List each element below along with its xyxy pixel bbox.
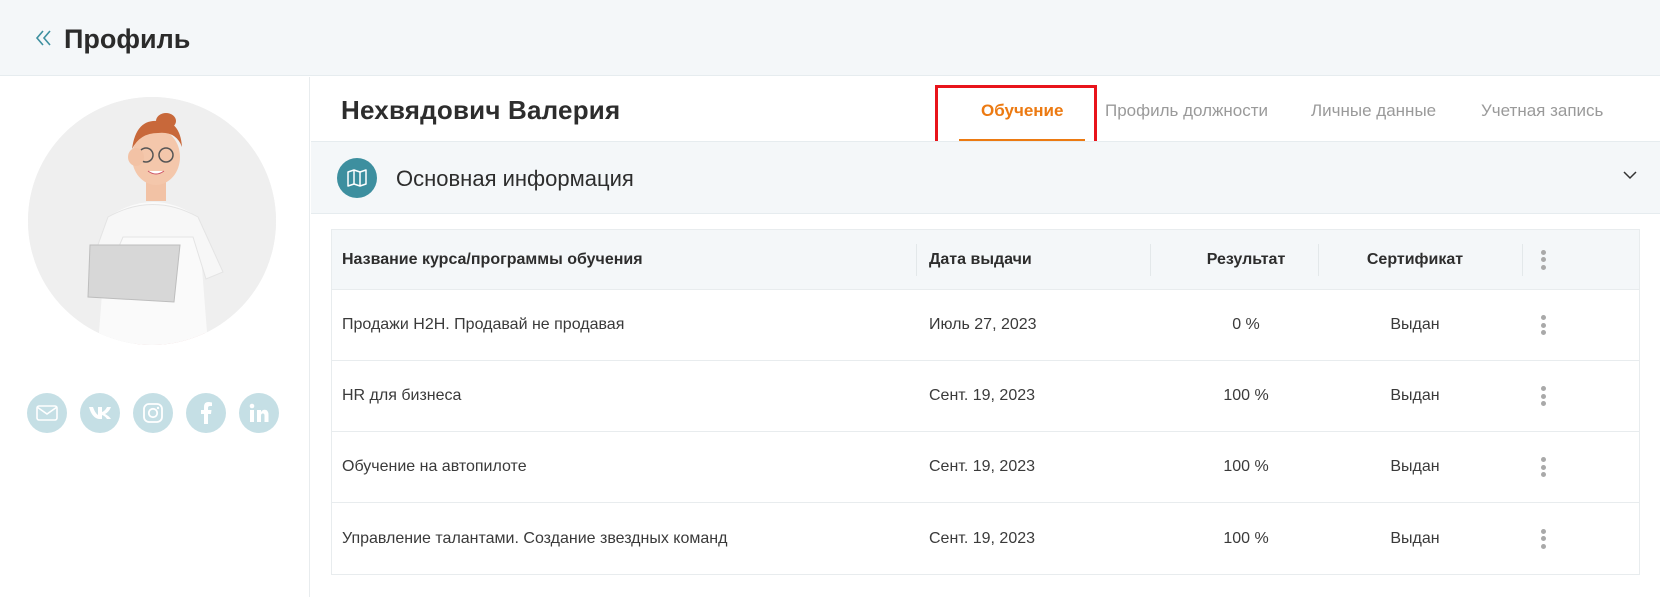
course-name: Управление талантами. Создание звездных … (342, 529, 728, 547)
column-header-certificate[interactable]: Сертификат (1315, 251, 1515, 269)
column-divider (1522, 244, 1523, 276)
more-vertical-icon[interactable] (1532, 526, 1554, 552)
more-vertical-icon[interactable] (1532, 454, 1554, 480)
issue-date: Сент. 19, 2023 (929, 529, 1036, 547)
vk-icon[interactable] (80, 393, 120, 433)
more-vertical-icon[interactable] (1532, 312, 1554, 338)
certificate-status: Выдан (1390, 458, 1440, 475)
course-name: Обучение на автопилоте (342, 458, 527, 475)
instagram-icon[interactable] (133, 393, 173, 433)
chevron-down-icon[interactable] (1621, 166, 1639, 184)
course-name: Продажи H2H. Продавай не продавая (342, 316, 625, 333)
user-name: Нехвядович Валерия (341, 95, 621, 125)
column-header-date[interactable]: Дата выдачи (929, 251, 1032, 269)
tab-account[interactable]: Учетная запись (1481, 101, 1603, 121)
certificate-status: Выдан (1390, 387, 1440, 404)
main-content: Нехвядович Валерия Обучение Профиль долж… (311, 77, 1660, 597)
profile-sidebar (0, 77, 310, 597)
table-row[interactable]: Управление талантами. Создание звездных … (332, 503, 1639, 574)
social-links (27, 393, 279, 433)
table-row[interactable]: Продажи H2H. Продавай не продавая Июль 2… (332, 290, 1639, 361)
double-chevron-left-icon[interactable] (34, 28, 56, 48)
tab-personal-data[interactable]: Личные данные (1311, 101, 1436, 121)
tab-job-profile[interactable]: Профиль должности (1105, 101, 1268, 121)
column-divider (916, 244, 917, 276)
tab-bar: Нехвядович Валерия Обучение Профиль долж… (311, 77, 1660, 154)
more-vertical-icon[interactable] (1532, 383, 1554, 409)
more-vertical-icon[interactable] (1532, 247, 1554, 273)
mail-icon[interactable] (27, 393, 67, 433)
table-header: Название курса/программы обучения Дата в… (332, 230, 1639, 290)
course-name: HR для бизнеса (342, 387, 462, 404)
facebook-icon[interactable] (186, 393, 226, 433)
linkedin-icon[interactable] (239, 393, 279, 433)
section-title: Основная информация (396, 166, 634, 191)
avatar (28, 97, 276, 345)
section-header[interactable]: Основная информация (311, 141, 1660, 214)
issue-date: Июль 27, 2023 (929, 316, 1037, 333)
certificate-status: Выдан (1390, 316, 1440, 333)
column-header-course[interactable]: Название курса/программы обучения (342, 251, 643, 269)
issue-date: Сент. 19, 2023 (929, 387, 1036, 404)
certificate-status: Выдан (1390, 529, 1440, 547)
page-title: Профиль (64, 24, 191, 54)
map-icon (337, 158, 377, 198)
table-row[interactable]: HR для бизнеса Сент. 19, 2023 100 % Выда… (332, 361, 1639, 432)
courses-table: Название курса/программы обучения Дата в… (331, 229, 1640, 575)
top-bar: Профиль (0, 0, 1660, 76)
table-row[interactable]: Обучение на автопилоте Сент. 19, 2023 10… (332, 432, 1639, 503)
issue-date: Сент. 19, 2023 (929, 458, 1036, 475)
